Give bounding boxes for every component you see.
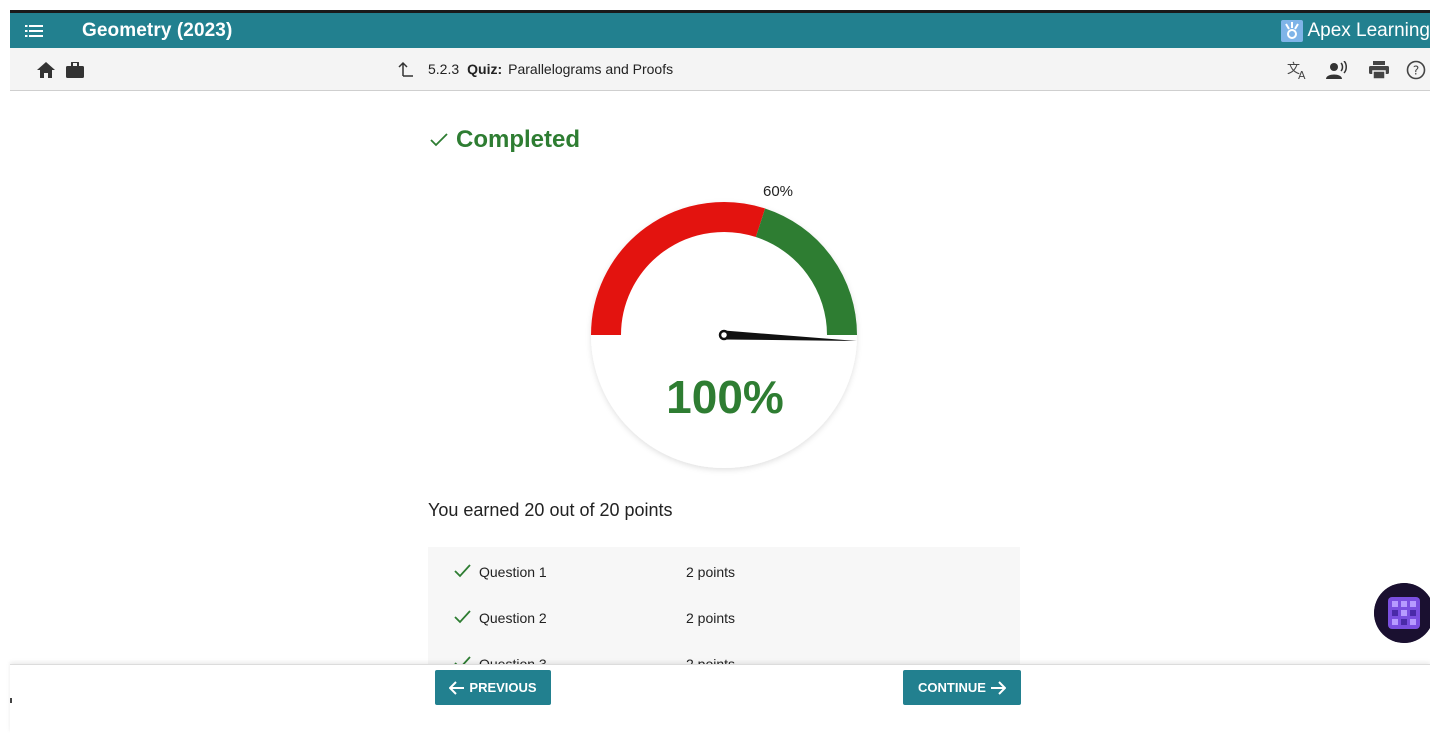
- course-toolbar: 5.2.3 Quiz: Parallelograms and Proofs 文 …: [10, 48, 1430, 91]
- brand-name: Apex Learning: [1307, 19, 1430, 41]
- question-points: 2 points: [686, 656, 736, 664]
- home-icon[interactable]: [35, 60, 57, 80]
- continue-button[interactable]: CONTINUE: [903, 670, 1021, 705]
- svg-text:A: A: [1298, 69, 1306, 80]
- arrow-right-icon: [990, 680, 1006, 695]
- breadcrumb-title: Parallelograms and Proofs: [508, 61, 674, 77]
- previous-label: PREVIOUS: [469, 680, 537, 695]
- score-gauge: [591, 202, 857, 468]
- question-results: Question 1 2 points Question 2 2 points …: [428, 547, 1020, 664]
- breadcrumb-type: Quiz:: [467, 61, 503, 77]
- checkmark-icon: [430, 133, 448, 147]
- question-label: Question 2: [479, 610, 547, 626]
- briefcase-icon[interactable]: [64, 60, 86, 80]
- completion-status: Completed: [430, 126, 580, 154]
- read-aloud-icon[interactable]: [1326, 60, 1348, 80]
- question-points: 2 points: [686, 610, 736, 626]
- points-summary: You earned 20 out of 20 points: [428, 500, 673, 520]
- cursor-mark: [10, 698, 12, 703]
- menu-icon[interactable]: [10, 13, 58, 48]
- previous-button[interactable]: PREVIOUS: [435, 670, 551, 705]
- question-label: Question 1: [479, 564, 547, 580]
- breadcrumb: 5.2.3 Quiz: Parallelograms and Proofs: [398, 61, 673, 77]
- checkmark-icon: [454, 610, 471, 624]
- question-row: Question 3 2 points: [428, 641, 1020, 664]
- question-label: Question 3: [479, 656, 547, 664]
- gauge-threshold-label: 60%: [763, 183, 794, 200]
- status-text: Completed: [456, 126, 581, 153]
- brand-logo: Apex Learning: [1281, 13, 1430, 48]
- arrow-left-icon: [449, 680, 465, 695]
- question-row: Question 1 2 points: [428, 549, 1020, 595]
- breadcrumb-number: 5.2.3: [428, 61, 460, 77]
- apex-logo-icon: [1281, 19, 1304, 42]
- translate-icon[interactable]: 文 A: [1287, 60, 1309, 80]
- help-icon[interactable]: ?: [1405, 60, 1427, 80]
- assistant-bubble-icon[interactable]: [1374, 583, 1430, 643]
- print-icon[interactable]: [1368, 60, 1390, 80]
- question-row: Question 2 2 points: [428, 595, 1020, 641]
- score-value: 100%: [666, 371, 784, 423]
- footer-bar: [10, 664, 1430, 733]
- checkmark-icon: [454, 564, 471, 578]
- gauge-needle-pivot: [718, 329, 730, 341]
- svg-text:?: ?: [1413, 64, 1419, 78]
- app-header: Geometry (2023) Apex Learning: [10, 10, 1430, 48]
- continue-label: CONTINUE: [918, 680, 986, 695]
- up-arrow-icon[interactable]: [398, 61, 414, 77]
- question-points: 2 points: [686, 564, 736, 580]
- course-title: Geometry (2023): [82, 19, 233, 41]
- checkmark-icon: [454, 656, 471, 664]
